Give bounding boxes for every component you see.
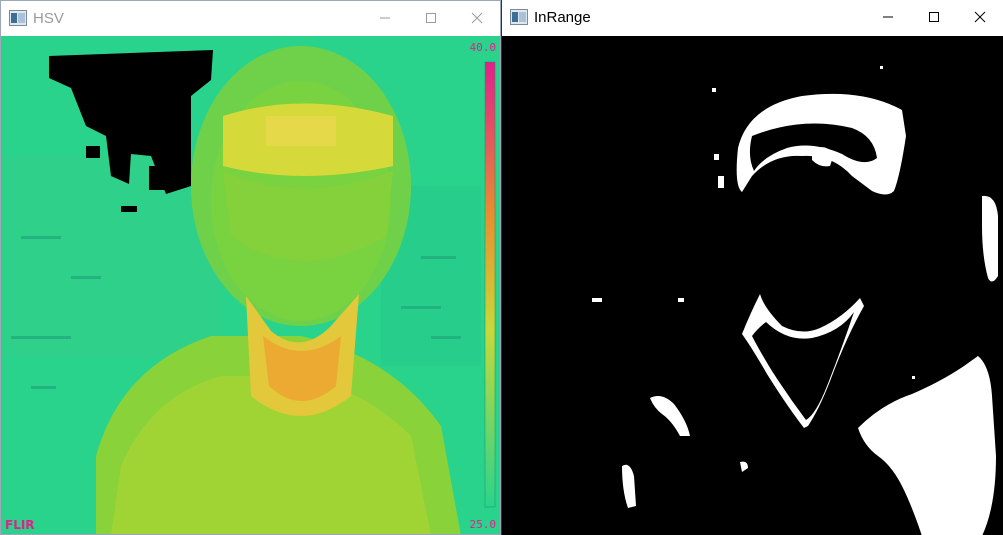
window-title: InRange [534, 8, 591, 26]
minimize-icon [883, 16, 893, 18]
maximize-button[interactable] [408, 1, 454, 35]
hsv-image: FLIR 40.0 25.0 [1, 36, 500, 534]
maximize-icon [426, 13, 436, 23]
maximize-icon [929, 12, 939, 22]
close-button[interactable] [957, 0, 1003, 34]
minimize-button[interactable] [362, 1, 408, 35]
temperature-max-label: 40.0 [469, 41, 497, 54]
close-icon [471, 12, 483, 24]
window-title: HSV [33, 9, 64, 27]
opencv-window-icon [9, 10, 27, 26]
inrange-mask-image [502, 36, 1003, 535]
brand-label: FLIR [5, 518, 35, 532]
close-button[interactable] [454, 1, 500, 35]
hsv-thermal-image [1, 36, 500, 534]
inrange-titlebar[interactable]: InRange [502, 0, 1003, 34]
opencv-window-icon [510, 9, 528, 25]
close-icon [974, 11, 986, 23]
hsv-titlebar[interactable]: HSV [1, 1, 500, 35]
inrange-window: InRange [501, 0, 1003, 535]
minimize-icon [380, 17, 390, 19]
temperature-min-label: 25.0 [469, 518, 497, 531]
inrange-image [502, 36, 1003, 535]
maximize-button[interactable] [911, 0, 957, 34]
minimize-button[interactable] [865, 0, 911, 34]
hsv-window: HSV FLIR 40.0 25.0 [0, 0, 501, 535]
